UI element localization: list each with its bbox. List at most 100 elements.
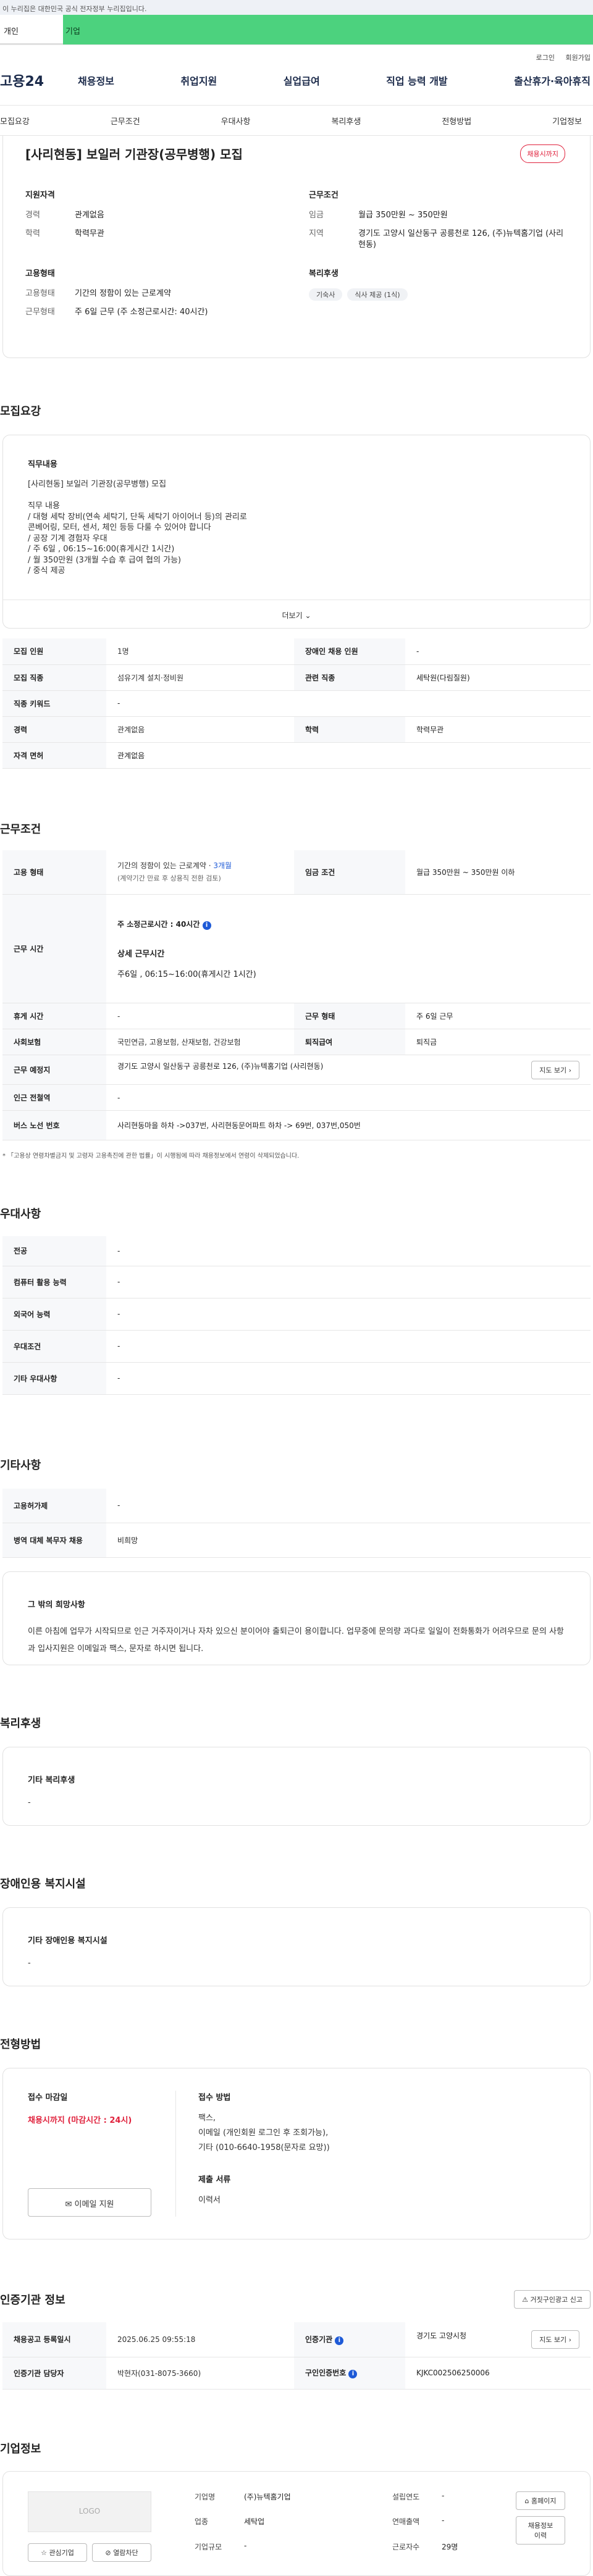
job-history-button[interactable]: 채용정보 이력 — [516, 2515, 565, 2545]
etc-heading: 기타사항 — [0, 1458, 41, 1472]
table-row: 인증기관 담당자 박현자(031-8075-3660) 구인인증번호 i KJKC00… — [2, 2357, 591, 2390]
table-cell: - — [106, 1266, 591, 1298]
table-header: 컴퓨터 활용 능력 — [2, 1266, 106, 1298]
table-header: 근무 시간 — [2, 894, 106, 1003]
anchor-screening[interactable]: 전형방법 — [442, 115, 471, 127]
table-row: 근무 예정지 경기도 고양시 일산동구 공릉천로 126, (주)뉴텍홈기업 (사… — [2, 1055, 591, 1085]
wage-label: 임금 — [309, 211, 324, 220]
table-header: 전공 — [2, 1236, 106, 1266]
table-cell: 1명 — [106, 638, 294, 665]
chevron-right-icon: › — [568, 1066, 571, 1074]
gov-banner-text: 이 누리집은 대한민국 공식 전자정부 누리집입니다. — [2, 5, 147, 13]
table-header: 모집 인원 — [2, 638, 106, 665]
screening-card: 접수 마감일 채용시까지 (마감시간 : 24시) ✉ 이메일 지원 접수 방법… — [2, 2068, 591, 2239]
table-header: 장애인 채용 인원 — [294, 638, 405, 665]
favorite-button[interactable]: ☆ 관심기업 — [28, 2543, 87, 2562]
gnb-item-jobs[interactable]: 채용정보 — [78, 73, 114, 88]
info-icon[interactable]: i — [335, 2336, 344, 2345]
work-place-cell: 경기도 고양시 일산동구 공릉천로 126, (주)뉴텍홈기업 (사리현동) 지도… — [106, 1055, 591, 1085]
map-button[interactable]: 지도 보기 › — [531, 1060, 579, 1079]
alert-icon: ⚠ — [522, 2296, 529, 2304]
deadline-value: 채용시까지 (마감시간 : 24시) — [28, 2116, 132, 2125]
table-row: 인근 전철역 - — [2, 1084, 591, 1111]
gnb-item-training[interactable]: 직업 능력 개발 — [386, 73, 447, 88]
table-cell: 학력무관 — [405, 716, 591, 743]
company-name-value: (주)뉴텍홈기업 — [244, 2492, 291, 2501]
table-cell: 박현자(031-8075-3660) — [106, 2357, 294, 2390]
block-label: 열람차단 — [113, 2548, 138, 2557]
size-value: - — [244, 2541, 247, 2550]
table-cell: 퇴직금 — [405, 1029, 591, 1055]
employment-heading: 고용형태 — [25, 269, 55, 278]
table-cell: KJKC002506250006 — [405, 2357, 591, 2390]
table-row: 휴게 시간 - 근무 형태 주 6일 근무 — [2, 1003, 591, 1029]
homepage-label: 홈페이지 — [531, 2496, 557, 2505]
gnb-item-employment-support[interactable]: 취업지원 — [180, 73, 217, 88]
table-header: 인증기관 담당자 — [2, 2357, 106, 2390]
site-logo[interactable]: 고용24 — [0, 70, 78, 90]
cert-no-label: 구인인증번호 — [305, 2369, 347, 2377]
gnb-item-unemployment-benefit[interactable]: 실업급여 — [284, 73, 320, 88]
table-row: 병역 대체 복무자 채용 비희망 — [2, 1523, 591, 1558]
table-cell: 월급 350만원 ~ 350만원 이하 — [405, 850, 591, 895]
disabled-heading: 장애인용 복지시설 — [0, 1878, 86, 1891]
table-header: 구인인증번호 i — [294, 2357, 405, 2390]
join-link[interactable]: 회원가입 — [566, 54, 591, 62]
conditions-heading: 근무조건 — [309, 191, 339, 200]
info-icon[interactable]: i — [202, 921, 211, 930]
contract-months: 3개월 — [213, 861, 232, 871]
anchor-recruit[interactable]: 모집요강 — [0, 115, 30, 127]
welfare-heading: 복리후생 — [309, 269, 339, 278]
table-header: 퇴직급여 — [294, 1029, 405, 1055]
company-card: LOGO ☆ 관심기업 ⊘ 열람차단 기업명 (주)뉴텍홈기업 설립연도 - 업종 세… — [2, 2470, 591, 2576]
screen-heading: 전형방법 — [0, 2038, 41, 2051]
report-button[interactable]: ⚠ 거짓구인광고 신고 — [514, 2290, 591, 2309]
global-nav: 고용24 채용정보 취업지원 실업급여 직업 능력 개발 출산휴가·육아휴직 — [0, 66, 593, 94]
deadline-col: 접수 마감일 채용시까지 (마감시간 : 24시) ✉ 이메일 지원 — [28, 2091, 176, 2217]
table-header: 휴게 시간 — [2, 1003, 106, 1029]
gnb-item-leave[interactable]: 출산휴가·육아휴직 — [514, 73, 591, 88]
table-header: 경력 — [2, 716, 106, 743]
table-cell: 주 6일 근무 — [405, 1003, 591, 1029]
homepage-button[interactable]: ⌂ 홈페이지 — [516, 2491, 565, 2510]
table-row: 외국어 능력 - — [2, 1298, 591, 1331]
table-row: 모집 인원 1명 장애인 채용 인원 - — [2, 638, 591, 665]
table-header: 인증기관 i — [294, 2322, 405, 2357]
docs-heading: 제출 서류 — [198, 2175, 231, 2185]
company-logo: LOGO — [28, 2491, 151, 2532]
email-apply-label: 이메일 지원 — [74, 2200, 114, 2209]
block-icon: ⊘ — [105, 2548, 111, 2557]
gnb-menu: 채용정보 취업지원 실업급여 직업 능력 개발 출산휴가·육아휴직 — [78, 73, 593, 88]
tab-person[interactable]: 개인 — [0, 15, 63, 44]
table-cell: 비희망 — [106, 1523, 591, 1558]
table-header: 근무 형태 — [294, 1003, 405, 1029]
table-header: 모집 직종 — [2, 664, 106, 691]
more-button[interactable]: 더보기 ⌄ — [3, 600, 590, 628]
tab-business[interactable]: 기업 — [63, 15, 593, 44]
summary-qualification: 지원자격 경력 관계없음 학력 학력무관 — [25, 188, 284, 258]
summary-conditions: 근무조건 임금 월급 350만원 ~ 350만원 지역 경기도 고양시 일산동구 공… — [309, 188, 568, 258]
docs-value: 이력서 — [198, 2196, 221, 2205]
anchor-pref[interactable]: 우대사항 — [221, 115, 251, 127]
anchor-company[interactable]: 기업정보 — [552, 115, 582, 127]
member-type-tabs: 개인 기업 — [0, 15, 593, 45]
org-map-button[interactable]: 지도 보기 › — [531, 2330, 579, 2349]
tab-person-label: 개인 — [4, 27, 19, 36]
summary-grid: 지원자격 경력 관계없음 학력 학력무관 근무조건 임금 월급 350만원 ~ 350… — [25, 188, 568, 325]
table-row: 고용 형태 기간의 정함이 있는 근로계약 · 3개월 (계약기간 만료 후 상… — [2, 850, 591, 895]
info-icon[interactable]: i — [348, 2370, 358, 2378]
work-type-value: 주 6일 근무 (주 소정근로시간: 40시간) — [75, 307, 208, 317]
anchor-work[interactable]: 근무조건 — [111, 115, 140, 127]
email-apply-button[interactable]: ✉ 이메일 지원 — [28, 2188, 151, 2217]
employment-type-value: 기간의 정함이 있는 근로계약 · — [117, 861, 214, 871]
table-header: 자격 면허 — [2, 742, 106, 769]
pref-table: 전공 - 컴퓨터 활용 능력 - 외국어 능력 - 우대조건 - 기타 우대사항 - — [2, 1236, 591, 1395]
home-icon: ⌂ — [524, 2496, 529, 2505]
table-row: 전공 - — [2, 1236, 591, 1266]
login-link[interactable]: 로그인 — [536, 54, 555, 62]
industry-value: 세탁업 — [244, 2517, 265, 2527]
duty-text: [사리현동] 보일러 기관장(공무병행) 모집 직무 내용 / 대형 세탁 장비… — [28, 480, 247, 575]
anchor-benefits[interactable]: 복리후생 — [331, 115, 361, 127]
block-button[interactable]: ⊘ 열람차단 — [92, 2543, 151, 2562]
table-cell: - — [106, 1362, 591, 1395]
